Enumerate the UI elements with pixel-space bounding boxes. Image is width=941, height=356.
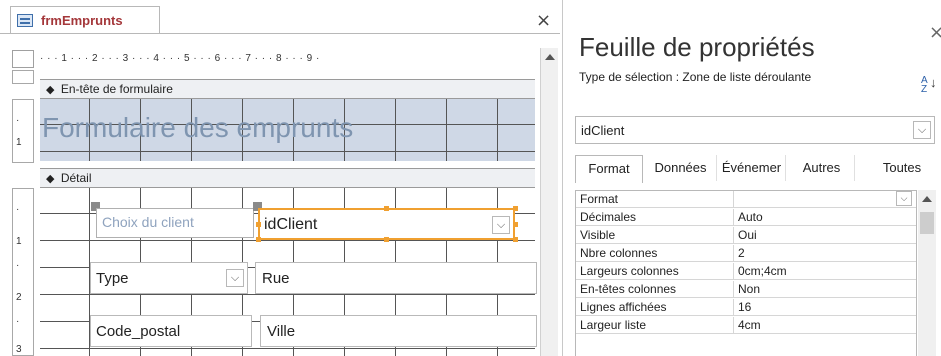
section-header-label: En-tête de formulaire: [60, 82, 173, 96]
ville-textbox-control[interactable]: Ville: [260, 315, 537, 347]
property-name: En-têtes colonnes: [580, 282, 677, 296]
chevron-down-icon[interactable]: ⌵: [896, 191, 912, 206]
tab-divider: [0, 33, 560, 34]
chevron-down-icon[interactable]: ⌵: [492, 216, 510, 234]
vertical-scrollbar[interactable]: [540, 48, 558, 356]
property-value[interactable]: Oui: [736, 227, 912, 244]
resize-handle[interactable]: [384, 237, 389, 242]
resize-handle[interactable]: [256, 222, 261, 227]
scroll-thumb[interactable]: [920, 212, 934, 234]
vruler-cell: [12, 70, 34, 84]
property-name: Largeurs colonnes: [580, 264, 679, 278]
form-title-label[interactable]: Formulaire des emprunts: [42, 112, 353, 144]
property-grid: Format ⌵ Décimales Auto Visible Oui Nbre…: [575, 190, 917, 356]
scroll-up-icon[interactable]: [922, 196, 932, 202]
section-arrow-icon: ◆: [46, 173, 55, 185]
property-value[interactable]: Auto: [736, 209, 912, 226]
property-name: Lignes affichées: [580, 300, 667, 314]
type-combo-text: Type: [96, 270, 129, 287]
vruler-mark: ·: [16, 204, 20, 215]
document-tab[interactable]: frmEmprunts: [10, 6, 160, 33]
sort-icon-letter-bottom: Z: [921, 84, 928, 95]
form-object-icon: [17, 13, 33, 27]
resize-handle[interactable]: [384, 206, 389, 211]
vruler-cell: · 1: [12, 99, 34, 163]
property-row[interactable]: Largeurs colonnes 0cm;4cm: [576, 263, 916, 280]
property-row[interactable]: Visible Oui: [576, 227, 916, 244]
sort-icon-arrow: ↓: [930, 75, 937, 90]
client-combo-text: idClient: [264, 216, 318, 233]
tab-format[interactable]: Format: [575, 155, 643, 183]
sort-az-icon[interactable]: A Z ↓: [921, 76, 937, 95]
property-row[interactable]: En-têtes colonnes Non: [576, 281, 916, 298]
object-selector-value: idClient: [581, 123, 625, 138]
section-bar-detail[interactable]: ◆ Détail: [40, 168, 535, 188]
type-combo-control[interactable]: Type ⌵: [90, 262, 248, 294]
scroll-up-icon[interactable]: [545, 54, 555, 60]
code-postal-textbox-control[interactable]: Code_postal: [90, 315, 252, 347]
property-value[interactable]: 4cm: [736, 317, 912, 334]
vruler-mark: ·: [16, 260, 20, 271]
section-bar-header[interactable]: ◆ En-tête de formulaire: [40, 79, 535, 99]
close-pane-icon[interactable]: ×: [929, 24, 941, 42]
resize-handle[interactable]: [513, 237, 518, 242]
client-combo-control[interactable]: idClient ⌵: [258, 208, 515, 240]
property-name: Format: [580, 192, 619, 206]
property-value[interactable]: Non: [736, 281, 912, 298]
property-sheet-pane: Feuille de propriétés × Type de sélectio…: [562, 0, 941, 356]
property-row[interactable]: Nbre colonnes 2: [576, 245, 916, 262]
resize-handle[interactable]: [513, 222, 518, 227]
property-grid-scrollbar[interactable]: [918, 190, 936, 356]
chevron-down-icon[interactable]: ⌵: [913, 121, 931, 139]
property-tabs: Format Données Événemer Autres Toutes: [575, 155, 937, 183]
section-detail-label: Détail: [60, 171, 92, 185]
selection-type-label: Type de sélection : Zone de liste déroul…: [579, 70, 812, 84]
vertical-ruler[interactable]: · 1 · 1 · 2 · 3: [12, 70, 34, 356]
property-row[interactable]: Format ⌵: [576, 191, 916, 208]
form-selector-box[interactable]: [12, 50, 34, 68]
section-arrow-icon: ◆: [46, 84, 55, 96]
property-name: Largeur liste: [580, 318, 647, 332]
tab-autres[interactable]: Autres: [789, 155, 855, 181]
tab-donnees[interactable]: Données: [645, 155, 717, 181]
horizontal-ruler[interactable]: · · · 1 · · · 2 · · · 3 · · · 4 · · · 5 …: [40, 50, 535, 68]
rue-textbox-control[interactable]: Rue: [255, 262, 537, 294]
property-row[interactable]: Décimales Auto: [576, 209, 916, 226]
property-value[interactable]: 16: [736, 299, 912, 316]
property-name: Décimales: [580, 210, 637, 224]
tab-evenements[interactable]: Événemer: [718, 155, 786, 181]
tab-toutes[interactable]: Toutes: [871, 155, 933, 181]
property-value[interactable]: 0cm;4cm: [736, 263, 912, 280]
property-value[interactable]: 2: [736, 245, 912, 262]
property-name: Visible: [580, 228, 616, 242]
vruler-mark: ·: [16, 316, 20, 327]
vruler-mark: 1: [16, 137, 22, 148]
vruler-mark: 3: [16, 344, 22, 355]
resize-handle[interactable]: [513, 206, 518, 211]
property-row[interactable]: Lignes affichées 16: [576, 299, 916, 316]
form-designer: frmEmprunts × · · · 1 · · · 2 · · · 3 · …: [0, 0, 560, 356]
chevron-down-icon[interactable]: ⌵: [226, 269, 244, 287]
close-document-icon[interactable]: ×: [536, 12, 551, 30]
vruler-mark: 1: [16, 236, 22, 247]
vruler-mark: 2: [16, 292, 22, 303]
vruler-mark: ·: [16, 115, 20, 126]
resize-handle[interactable]: [256, 237, 261, 242]
document-tab-label: frmEmprunts: [41, 12, 123, 28]
vruler-cell: · 1 · 2 · 3: [12, 188, 34, 356]
property-sheet-title: Feuille de propriétés: [579, 32, 815, 62]
property-name: Nbre colonnes: [580, 246, 658, 260]
client-label-control[interactable]: Choix du client: [96, 208, 254, 238]
object-selector-dropdown[interactable]: idClient ⌵: [575, 116, 935, 144]
property-row[interactable]: Largeur liste 4cm: [576, 317, 916, 334]
